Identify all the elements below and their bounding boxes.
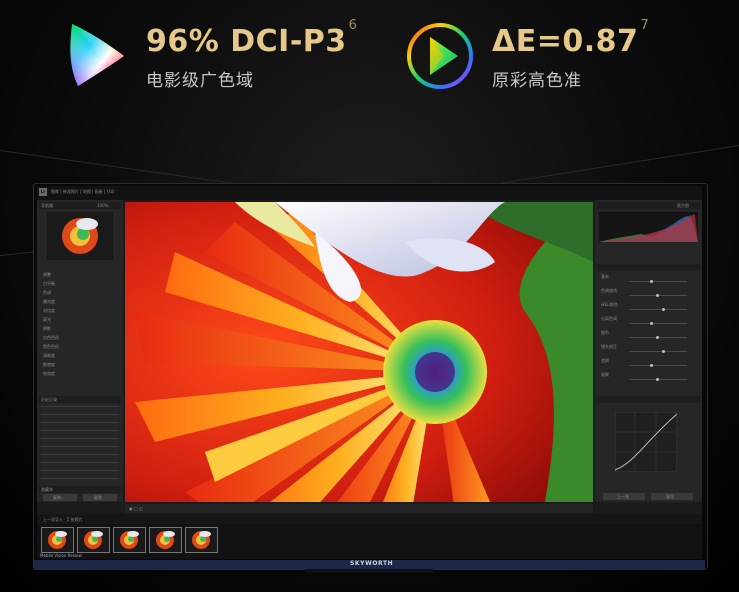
left-menu-item[interactable]: 调整 (43, 272, 51, 277)
history-row[interactable] (41, 430, 119, 431)
filmstrip-source-label[interactable]: 上一次导入 · 5 张照片 (43, 517, 83, 522)
slider-knob[interactable] (662, 308, 665, 311)
history-row[interactable] (41, 478, 119, 479)
delta-e-title: ΔE=0.87 7 (492, 18, 650, 59)
slider-knob[interactable] (650, 280, 653, 283)
right-menu-item[interactable]: 效果 (601, 372, 609, 377)
histogram-title: 直方图 (677, 203, 689, 208)
delta-e-subtitle: 原彩高色准 (492, 71, 582, 91)
zoom-level[interactable]: 100% (97, 203, 108, 208)
left-menu-item[interactable]: 黑色色阶 (43, 344, 59, 349)
slider-knob[interactable] (656, 336, 659, 339)
color-accuracy-play-icon (407, 23, 473, 89)
tv-stand (305, 569, 433, 573)
slider-knob[interactable] (656, 378, 659, 381)
histogram-chart (599, 212, 698, 242)
previous-button[interactable]: 上一张 (603, 493, 645, 500)
filmstrip-thumbnail[interactable] (41, 527, 74, 553)
slider-knob[interactable] (650, 322, 653, 325)
history-row[interactable] (41, 422, 119, 423)
filmstrip-thumbnail[interactable] (149, 527, 182, 553)
slider-knob[interactable] (650, 364, 653, 367)
tone-curve-header[interactable] (597, 396, 700, 403)
slider-knob[interactable] (662, 350, 665, 353)
collections-title: 收藏夹 (41, 487, 53, 492)
navigator-title: 导航器 (41, 203, 53, 208)
left-menu-item[interactable]: 鲜艳度 (43, 362, 55, 367)
filmstrip-bar: 上一次导入 · 5 张照片 (37, 514, 702, 524)
left-panel: 导航器 100% 调整白平衡色调曝光度对比度高光阴影白色色阶黑色色阶清晰度鲜艳度… (37, 200, 123, 502)
filmstrip: Mobile Vision Review (37, 524, 702, 559)
right-menu-item[interactable]: 变换 (601, 358, 609, 363)
left-menu-item[interactable]: 白平衡 (43, 281, 55, 286)
history-row[interactable] (41, 462, 119, 463)
basic-panel-header[interactable] (597, 264, 700, 271)
main-photo[interactable] (125, 202, 593, 502)
background-line (0, 150, 258, 188)
navigator-header[interactable]: 导航器 100% (39, 202, 121, 209)
history-row[interactable] (41, 446, 119, 447)
histogram-header[interactable]: 直方图 (597, 202, 700, 209)
left-menu-item[interactable]: 高光 (43, 317, 51, 322)
adjustment-slider[interactable] (629, 351, 687, 352)
adjustment-slider[interactable] (629, 323, 687, 324)
filmstrip-thumbnail[interactable] (113, 527, 146, 553)
left-menu-item[interactable]: 对比度 (43, 308, 55, 313)
history-title: 历史记录 (41, 397, 57, 402)
filmstrip-thumbnail[interactable] (185, 527, 218, 553)
lightroom-logo: Lr (39, 188, 47, 196)
history-row[interactable] (41, 438, 119, 439)
view-mode-icons[interactable]: ▣ ▢ ◫ (129, 506, 143, 511)
gamut-spec: 96% DCI-P3 6 电影级广色域 (58, 14, 378, 94)
filmstrip-thumbnail[interactable] (77, 527, 110, 553)
adjustment-slider[interactable] (629, 309, 687, 310)
collections-header[interactable]: 收藏夹 (39, 486, 121, 493)
history-row[interactable] (41, 414, 119, 415)
left-menu-item[interactable]: 白色色阶 (43, 335, 59, 340)
adjustment-slider[interactable] (629, 281, 687, 282)
photo-toolbar: ▣ ▢ ◫ (125, 504, 593, 513)
history-row[interactable] (41, 406, 119, 407)
tv-brand-logo: SKYWORTH (350, 560, 394, 567)
left-menu-item[interactable]: 曝光度 (43, 299, 55, 304)
footer-label: Mobile Vision Review (40, 553, 82, 558)
right-menu-item[interactable]: 细节 (601, 330, 609, 335)
paste-button[interactable]: 粘贴 (83, 494, 117, 501)
gamut-title: 96% DCI-P3 6 (146, 18, 358, 59)
tone-curve-graph[interactable] (615, 412, 677, 472)
background-line (480, 143, 739, 187)
history-row[interactable] (41, 454, 119, 455)
reset-button[interactable]: 复位 (651, 493, 693, 500)
navigator-thumbnail[interactable] (47, 212, 113, 260)
left-menu-item[interactable]: 清晰度 (43, 353, 55, 358)
lightroom-title-bar: Lr 图库 | 修改照片 | 地图 | 画册 | 打印 (37, 186, 702, 200)
right-menu-item[interactable]: 分离色调 (601, 316, 617, 321)
right-menu-item[interactable]: 镜头校正 (601, 344, 617, 349)
left-menu-item[interactable]: 饱和度 (43, 371, 55, 376)
color-gamut-triangle-icon (70, 24, 124, 86)
tv-screen: Lr 图库 | 修改照片 | 地图 | 画册 | 打印 导航器 100% 调整白… (37, 186, 702, 559)
history-row[interactable] (41, 470, 119, 471)
history-header[interactable]: 历史记录 (39, 396, 121, 403)
module-picker[interactable]: 图库 | 修改照片 | 地图 | 画册 | 打印 (51, 189, 115, 194)
flower-photo (125, 202, 593, 502)
right-menu-item[interactable]: HSL/颜色 (601, 302, 618, 307)
left-menu-item[interactable]: 色调 (43, 290, 51, 295)
product-banner: 96% DCI-P3 6 电影级广色域 ΔE=0.87 7 原彩高色准 Lr 图… (0, 0, 739, 592)
delta-e-spec: ΔE=0.87 7 原彩高色准 (404, 14, 724, 94)
slider-knob[interactable] (656, 294, 659, 297)
gamut-subtitle: 电影级广色域 (146, 71, 254, 91)
left-menu-item[interactable]: 阴影 (43, 326, 51, 331)
right-menu-item[interactable]: 基本 (601, 274, 609, 279)
adjustment-slider[interactable] (629, 365, 687, 366)
right-panel: 直方图 基本色调曲线 HSL/颜色 分离色调细节镜头校正变换效果 上一张 (595, 200, 702, 502)
copy-button[interactable]: 复制... (43, 494, 77, 501)
right-menu-item[interactable]: 色调曲线 (601, 288, 617, 293)
